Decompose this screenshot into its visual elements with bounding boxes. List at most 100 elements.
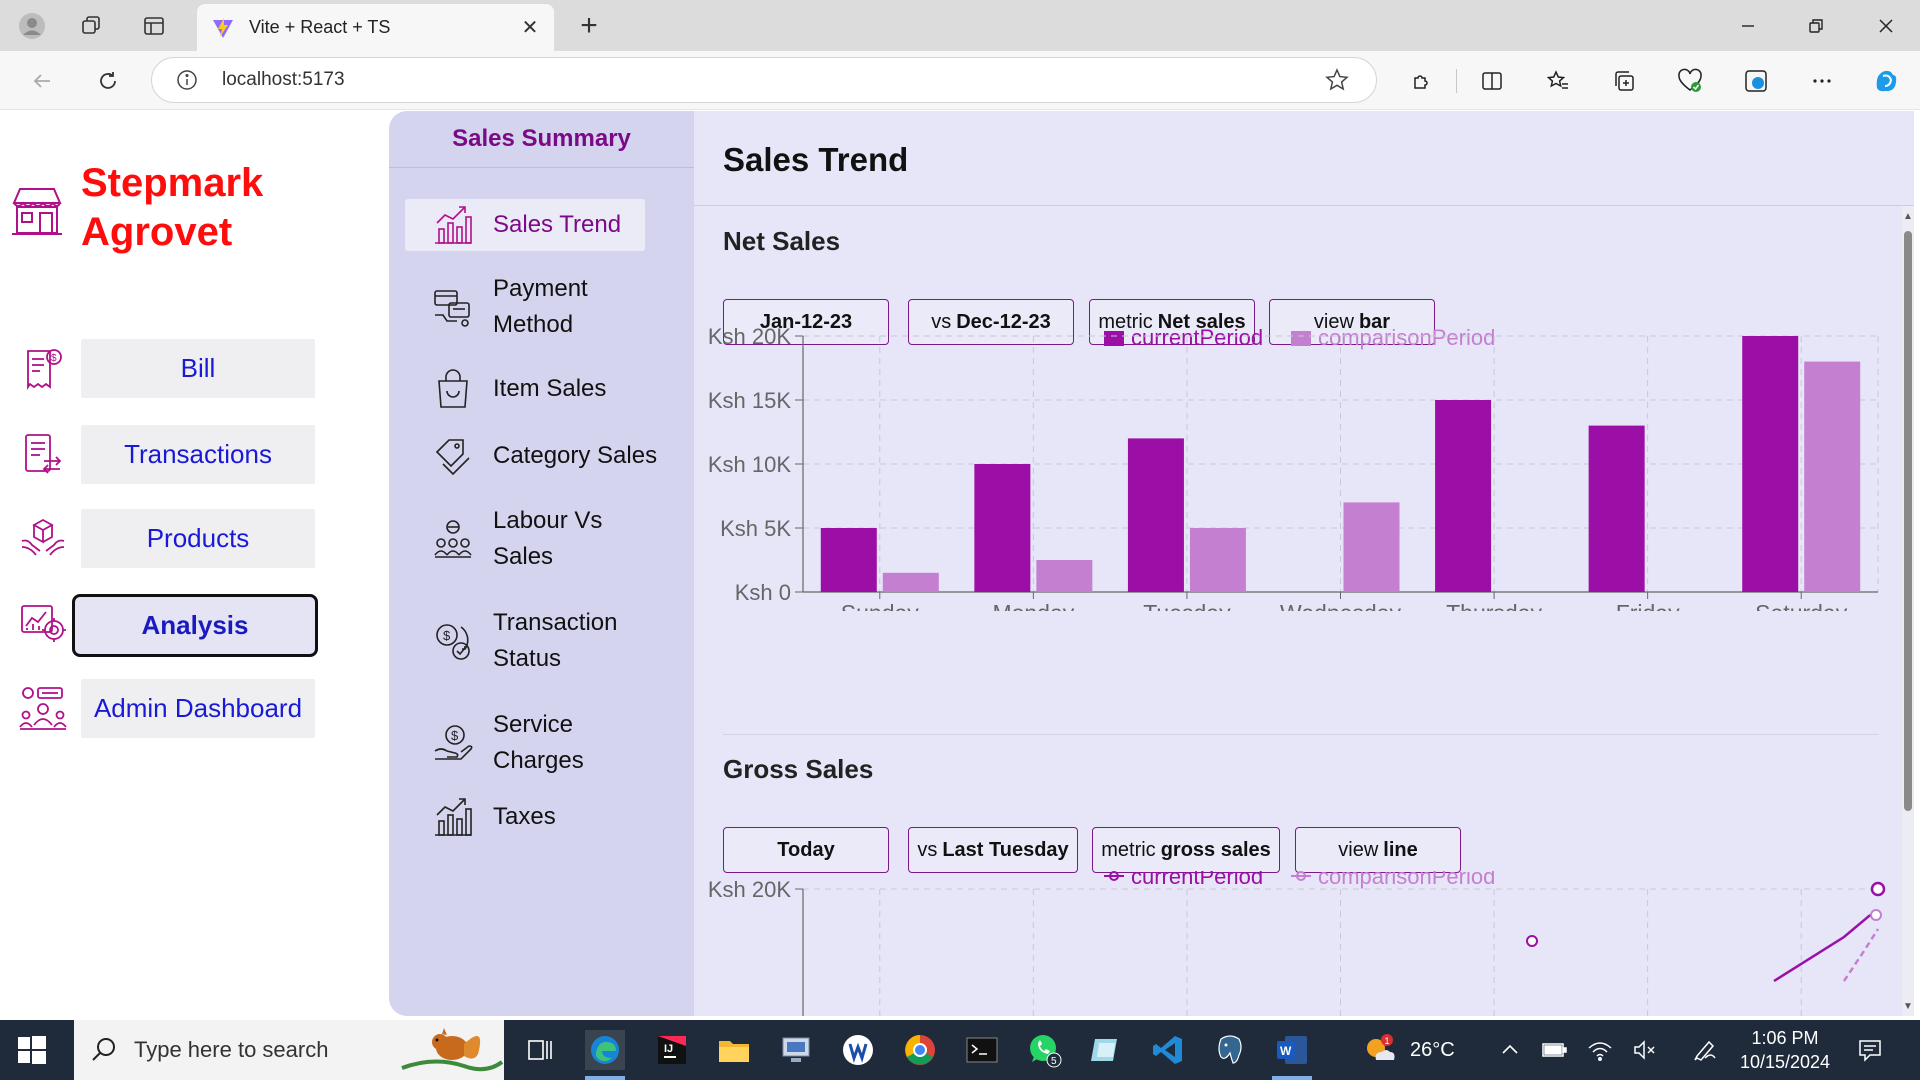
postgresql-icon[interactable] xyxy=(1210,1030,1250,1070)
svg-text:W: W xyxy=(1280,1044,1292,1058)
volume-muted-icon[interactable] xyxy=(1625,1030,1665,1070)
wifi-icon[interactable] xyxy=(1580,1030,1620,1070)
summary-item-labour-vs-sales[interactable]: Labour Vs Sales xyxy=(405,503,645,575)
word-icon[interactable]: W xyxy=(1272,1030,1312,1080)
clock-date: 10/15/2024 xyxy=(1739,1052,1831,1072)
terminal-icon[interactable] xyxy=(962,1030,1002,1070)
app-root: Stepmark Agrovet $ Bill Transactions Pro… xyxy=(6,111,1914,1016)
word-app-icon-2[interactable] xyxy=(838,1030,878,1070)
y-tick-label: Ksh 20K xyxy=(708,877,791,902)
browser-essentials-icon[interactable] xyxy=(1674,65,1706,97)
summary-item-taxes[interactable]: Taxes xyxy=(405,795,645,839)
summary-item-payment-method[interactable]: Payment Method xyxy=(405,271,645,343)
store-icon xyxy=(12,188,62,235)
task-view-icon[interactable] xyxy=(520,1030,560,1070)
new-tab-icon[interactable]: + xyxy=(573,9,605,42)
split-screen-icon[interactable] xyxy=(1476,65,1508,97)
back-icon[interactable] xyxy=(24,63,60,99)
battery-icon[interactable] xyxy=(1535,1030,1575,1070)
show-hidden-icons[interactable] xyxy=(1490,1030,1530,1070)
content-scrollbar[interactable]: ▲ ▼ xyxy=(1902,206,1914,1016)
scroll-thumb[interactable] xyxy=(1904,231,1912,811)
edge-update-icon[interactable] xyxy=(1740,65,1772,97)
sidebar-item-products[interactable]: Products xyxy=(18,509,328,571)
line-comparisonPeriod xyxy=(1842,928,1880,982)
taskbar-search-box[interactable]: Type here to search xyxy=(74,1020,504,1080)
service-charges-icon: $ xyxy=(434,725,473,760)
bill-icon: $ xyxy=(27,349,62,390)
close-window-icon[interactable] xyxy=(1858,6,1914,46)
restore-icon[interactable] xyxy=(1788,6,1844,46)
summary-item-label: Service Charges xyxy=(493,711,584,774)
notes-app-icon[interactable] xyxy=(1086,1030,1126,1070)
taskbar-clock[interactable]: 1:06 PM 10/15/2024 xyxy=(1735,1026,1835,1074)
summary-item-service-charges[interactable]: $ Service Charges xyxy=(405,707,645,779)
sidebar-item-admin-dashboard[interactable]: Admin Dashboard xyxy=(18,679,328,741)
taskbar-search-placeholder: Type here to search xyxy=(134,1037,329,1062)
minimize-icon[interactable] xyxy=(1720,6,1776,46)
svg-text:IJ: IJ xyxy=(664,1043,673,1055)
gross-sales-compare-button[interactable]: vs Last Tuesday xyxy=(908,827,1078,873)
x-tick-label: Saturday xyxy=(1755,600,1848,611)
admin-dashboard-icon xyxy=(19,687,67,730)
summary-item-category-sales[interactable]: Category Sales xyxy=(405,434,657,478)
network-app-icon[interactable] xyxy=(776,1030,816,1070)
copilot-icon[interactable] xyxy=(1870,65,1902,97)
labour-vs-sales-icon xyxy=(434,520,472,558)
site-info-icon[interactable] xyxy=(174,67,200,93)
notifications-icon[interactable] xyxy=(1850,1030,1890,1070)
legend-label-comparisonPeriod: comparisonPeriod xyxy=(1318,325,1495,350)
net-sales-bar-chart: currentPeriod comparisonPeriod Ksh 0 Ksh 5K… xyxy=(708,324,1879,611)
summary-item-sales-trend[interactable]: Sales Trend xyxy=(405,199,645,251)
gross-sales-date-button[interactable]: Today xyxy=(723,827,889,873)
favorites-icon[interactable] xyxy=(1542,65,1574,97)
extensions-icon[interactable] xyxy=(1406,65,1438,97)
summary-item-transaction-status[interactable]: $ Transaction Status xyxy=(405,605,645,677)
weather-widget[interactable]: 1 26°C xyxy=(1362,1020,1455,1080)
browser-tab[interactable]: Vite + React + TS ✕ xyxy=(197,4,554,51)
bar-currentPeriod-saturday xyxy=(1742,336,1799,592)
toolbar-separator xyxy=(1456,69,1457,93)
pen-icon[interactable] xyxy=(1685,1030,1725,1070)
whatsapp-icon[interactable]: 5 xyxy=(1024,1030,1064,1070)
gross-sales-view-button[interactable]: view line xyxy=(1295,827,1461,873)
scroll-down-icon[interactable]: ▼ xyxy=(1902,998,1914,1014)
admin-dashboard-button[interactable]: Admin Dashboard xyxy=(81,679,315,738)
more-options-icon[interactable] xyxy=(1806,65,1838,97)
sidebar-item-transactions[interactable]: Transactions xyxy=(18,425,328,487)
x-tick-label: Tuesday xyxy=(1143,600,1231,611)
sidebar-item-bill[interactable]: $ Bill xyxy=(18,339,328,401)
profile-icon[interactable] xyxy=(16,10,48,42)
collections-icon[interactable] xyxy=(1608,65,1640,97)
tab-actions-icon[interactable] xyxy=(138,10,170,42)
scroll-up-icon[interactable]: ▲ xyxy=(1902,208,1914,224)
bill-button[interactable]: Bill xyxy=(81,339,315,398)
file-explorer-icon[interactable] xyxy=(714,1030,754,1070)
whatsapp-badge: 5 xyxy=(1051,1056,1057,1067)
gross-sales-metric-button[interactable]: metric gross sales xyxy=(1092,827,1280,873)
windows-start-icon[interactable] xyxy=(14,1032,50,1068)
transactions-button[interactable]: Transactions xyxy=(81,425,315,484)
close-tab-icon[interactable]: ✕ xyxy=(516,14,544,42)
workspaces-icon[interactable] xyxy=(76,10,108,42)
sidebar-item-analysis[interactable]: Analysis xyxy=(18,594,328,657)
bar-comparisonPeriod-tuesday xyxy=(1189,528,1246,592)
summary-item-item-sales[interactable]: Item Sales xyxy=(405,367,645,411)
reload-icon[interactable] xyxy=(90,63,126,99)
bar-comparisonPeriod-wednesday xyxy=(1343,502,1400,592)
favorite-star-icon[interactable] xyxy=(1322,65,1352,95)
intellij-icon[interactable]: IJ xyxy=(652,1030,692,1070)
analysis-button[interactable]: Analysis xyxy=(72,594,318,657)
legend-swatch-currentPeriod xyxy=(1104,331,1124,346)
taxes-icon xyxy=(435,798,472,836)
edge-browser-icon[interactable] xyxy=(585,1030,625,1080)
sales-summary-panel: Sales Summary Sales Trend Payment Method… xyxy=(389,111,694,1016)
gross-sales-metric-value: gross sales xyxy=(1160,838,1271,861)
products-icon xyxy=(21,518,65,556)
chrome-icon[interactable] xyxy=(900,1030,940,1070)
vscode-icon[interactable] xyxy=(1148,1030,1188,1070)
brand: Stepmark Agrovet xyxy=(6,111,386,311)
products-button[interactable]: Products xyxy=(81,509,315,568)
url-field[interactable]: localhost:5173 xyxy=(151,57,1377,103)
bar-currentPeriod-thursday xyxy=(1435,400,1492,592)
